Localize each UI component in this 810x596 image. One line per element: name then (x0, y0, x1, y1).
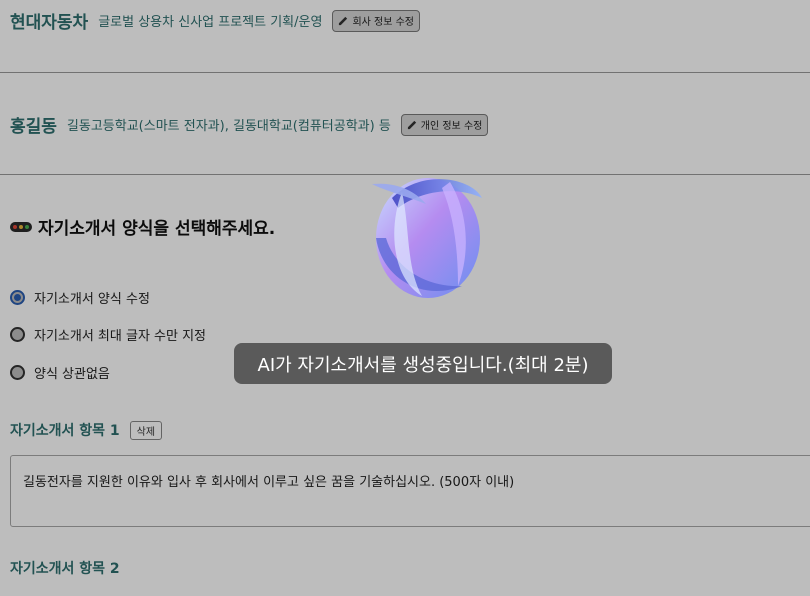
loading-message: AI가 자기소개서를 생성중입니다.(최대 2분) (234, 343, 612, 384)
resume-form-page: 현대자동차 글로벌 상용차 신사업 프로젝트 기획/운영 회사 정보 수정 홍길… (0, 0, 810, 596)
ai-orb-icon (372, 178, 482, 298)
